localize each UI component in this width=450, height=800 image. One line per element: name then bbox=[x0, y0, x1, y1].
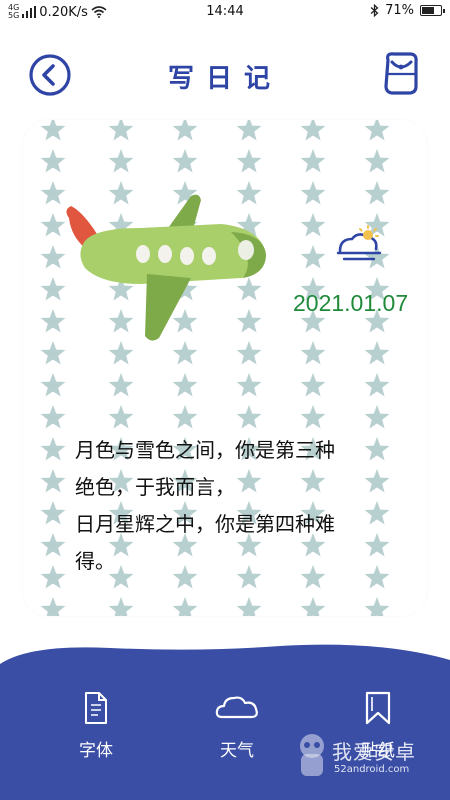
star-mark bbox=[300, 405, 326, 429]
star-mark bbox=[40, 437, 66, 461]
save-diary-icon bbox=[384, 52, 418, 95]
star-mark bbox=[364, 597, 390, 616]
star-mark bbox=[300, 181, 326, 205]
header: 写日记 bbox=[0, 44, 450, 102]
star-mark bbox=[40, 373, 66, 397]
weather-label: 天气 bbox=[220, 741, 254, 761]
airplane-sticker[interactable] bbox=[61, 188, 271, 348]
diary-line: 日月星辉之中，你是第四种难 bbox=[75, 512, 335, 536]
save-button[interactable] bbox=[380, 50, 422, 98]
star-mark bbox=[172, 373, 198, 397]
star-mark bbox=[108, 120, 134, 141]
diary-content[interactable]: 月色与雪色之间，你是第三种 绝色，于我而言， 日月星辉之中，你是第四种难 得。 bbox=[75, 432, 375, 580]
battery-icon bbox=[420, 5, 445, 16]
diary-date[interactable]: 2021.01.07 bbox=[293, 290, 427, 317]
star-mark bbox=[108, 149, 134, 173]
star-mark bbox=[300, 597, 326, 616]
diary-line: 月色与雪色之间，你是第三种 bbox=[75, 438, 335, 462]
status-bar: 4G 5G 0.20K/s 14:44 71% bbox=[0, 0, 450, 24]
watermark-url: 52android.com bbox=[334, 764, 410, 775]
bluetooth-icon bbox=[370, 4, 379, 17]
diary-card: 2021.01.07 月色与雪色之间，你是第三种 绝色，于我而言， 日月星辉之中… bbox=[23, 120, 427, 616]
star-mark bbox=[300, 149, 326, 173]
star-mark bbox=[40, 469, 66, 493]
star-mark bbox=[40, 405, 66, 429]
star-mark bbox=[300, 341, 326, 365]
weather-button[interactable]: 天气 bbox=[197, 690, 277, 761]
star-mark bbox=[236, 120, 262, 141]
star-mark bbox=[172, 120, 198, 141]
star-mark bbox=[108, 405, 134, 429]
star-mark bbox=[364, 181, 390, 205]
watermark-title: 我爱安卓 bbox=[332, 740, 416, 764]
star-mark bbox=[364, 405, 390, 429]
font-button[interactable]: 字体 bbox=[56, 690, 136, 761]
star-mark bbox=[172, 405, 198, 429]
status-right: 71% bbox=[370, 3, 445, 18]
star-mark bbox=[300, 373, 326, 397]
diary-line: 得。 bbox=[75, 549, 115, 573]
font-document-icon bbox=[85, 692, 107, 724]
battery-percent: 71% bbox=[385, 3, 414, 18]
star-mark bbox=[236, 405, 262, 429]
partly-cloudy-sun-icon bbox=[336, 225, 382, 261]
cloud-icon bbox=[215, 696, 258, 719]
star-mark bbox=[236, 597, 262, 616]
star-mark bbox=[300, 120, 326, 141]
battery-fill bbox=[422, 7, 434, 14]
star-mark bbox=[40, 120, 66, 141]
font-label: 字体 bbox=[79, 741, 113, 761]
star-mark bbox=[236, 149, 262, 173]
star-mark bbox=[40, 533, 66, 557]
bookmark-icon bbox=[365, 691, 391, 725]
star-mark bbox=[364, 341, 390, 365]
star-mark bbox=[236, 373, 262, 397]
diary-line: 绝色，于我而言， bbox=[75, 475, 235, 499]
star-mark bbox=[108, 373, 134, 397]
star-mark bbox=[108, 597, 134, 616]
star-mark bbox=[172, 597, 198, 616]
star-mark bbox=[172, 149, 198, 173]
star-mark bbox=[364, 149, 390, 173]
star-mark bbox=[40, 501, 66, 525]
star-mark bbox=[364, 120, 390, 141]
star-mark bbox=[40, 565, 66, 589]
star-mark bbox=[364, 373, 390, 397]
star-mark bbox=[40, 597, 66, 616]
watermark: 我爱安卓 52android.com bbox=[296, 730, 446, 786]
star-mark bbox=[300, 245, 326, 269]
android-mascot-icon bbox=[300, 734, 324, 776]
star-mark bbox=[40, 149, 66, 173]
star-mark bbox=[300, 213, 326, 237]
